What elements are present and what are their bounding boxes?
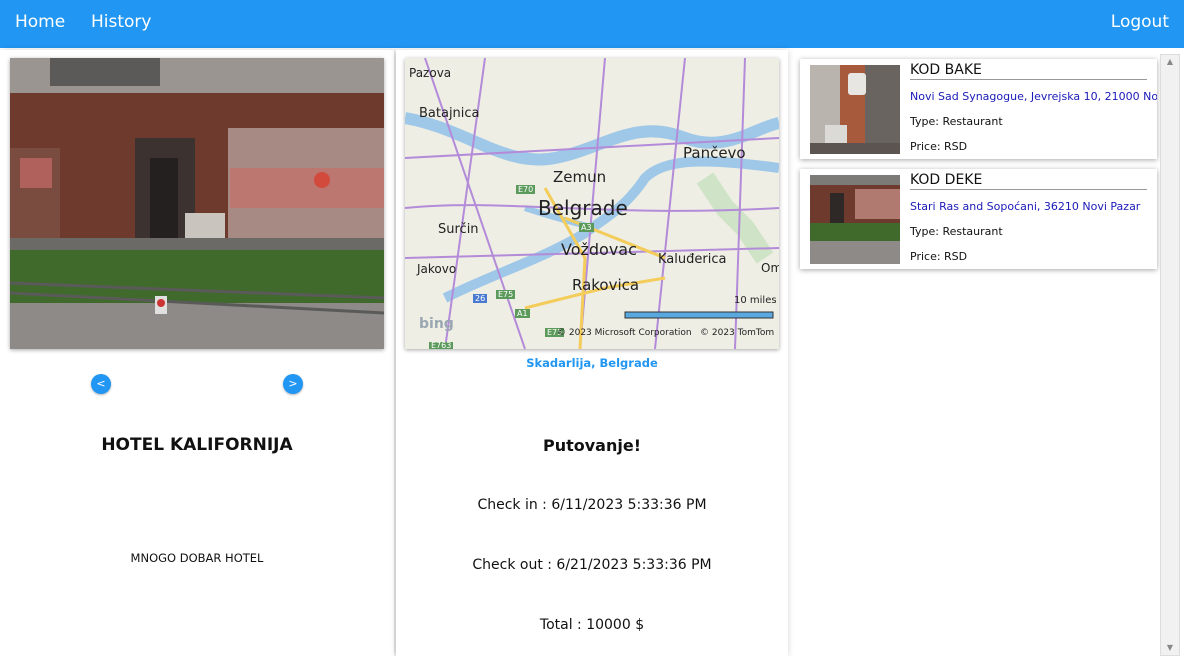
- map-scale-label: 10 miles: [734, 295, 777, 306]
- place-type: Type: Restaurant: [910, 225, 1003, 238]
- map-road-label: E70: [516, 185, 536, 194]
- map-place-label: Rakovica: [572, 276, 640, 294]
- trip-title: Putovanje!: [542, 436, 641, 455]
- hotel-photo: [10, 58, 384, 349]
- map-road-label: 26: [473, 294, 488, 303]
- map-place-label: Voždovac: [561, 240, 637, 259]
- map-place-label: Pazova: [409, 66, 452, 80]
- map-place-label: Belgrade: [538, 196, 628, 220]
- place-address: Stari Ras and Sopoćani, 36210 Novi Pazar: [910, 200, 1141, 213]
- location-link[interactable]: Skadarlija, Belgrade: [396, 356, 788, 370]
- map-copyright-tomtom: © 2023 TomTom: [700, 328, 775, 338]
- hotel-panel: < > HOTEL KALIFORNIJA MNOGO DOBAR HOTEL: [0, 50, 394, 656]
- hotel-description: MNOGO DOBAR HOTEL: [130, 551, 264, 565]
- vertical-scrollbar[interactable]: ▲ ▼: [1160, 54, 1180, 656]
- next-image-button[interactable]: >: [283, 374, 303, 394]
- map-road-label: E75: [496, 290, 516, 299]
- scroll-up-icon[interactable]: ▲: [1161, 55, 1179, 69]
- place-card[interactable]: KOD DEKE Stari Ras and Sopoćani, 36210 N…: [800, 169, 1157, 269]
- place-address: Novi Sad Synagogue, Jevrejska 10, 21000 …: [910, 90, 1157, 103]
- check-in-text: Check in : 6/11/2023 5:33:36 PM: [477, 497, 707, 513]
- scroll-down-icon[interactable]: ▼: [1161, 641, 1179, 655]
- map-place-label: Pančevo: [683, 144, 746, 162]
- place-price: Price: RSD: [910, 140, 968, 153]
- place-card[interactable]: KOD BAKE Novi Sad Synagogue, Jevrejska 1…: [800, 59, 1157, 159]
- bing-logo: bing: [419, 316, 454, 332]
- map-place-label: Surčin: [438, 222, 479, 237]
- map-place-label: Batajnica: [419, 106, 480, 121]
- place-thumbnail: [810, 65, 900, 154]
- nav-home-link[interactable]: Home: [15, 12, 65, 32]
- check-out-text: Check out : 6/21/2023 5:33:36 PM: [472, 557, 712, 573]
- map-place-label: Zemun: [553, 168, 607, 186]
- map-place-label: Kaluđerica: [658, 252, 727, 267]
- trip-panel: Pazova Batajnica Zemun Pančevo Belgrade …: [396, 50, 788, 656]
- prev-image-button[interactable]: <: [91, 374, 111, 394]
- map-road-label: A3: [579, 223, 594, 232]
- map-place-label: Om: [761, 261, 779, 275]
- location-map[interactable]: Pazova Batajnica Zemun Pančevo Belgrade …: [405, 58, 779, 349]
- place-name: KOD BAKE: [910, 62, 1147, 80]
- map-road-label: E763: [429, 341, 454, 349]
- top-nav-bar: Home History Logout: [0, 0, 1184, 48]
- hotel-name: HOTEL KALIFORNIJA: [101, 435, 293, 455]
- place-name: KOD DEKE: [910, 172, 1147, 190]
- nav-history-link[interactable]: History: [91, 12, 151, 32]
- map-road-label: A1: [515, 309, 530, 318]
- map-copyright-microsoft: © 2023 Microsoft Corporation: [557, 328, 692, 338]
- place-price: Price: RSD: [910, 250, 968, 263]
- total-text: Total : 10000 $: [539, 617, 645, 633]
- nav-logout-link[interactable]: Logout: [1111, 12, 1169, 32]
- map-place-label: Jakovo: [417, 262, 457, 276]
- place-thumbnail: [810, 175, 900, 264]
- place-type: Type: Restaurant: [910, 115, 1003, 128]
